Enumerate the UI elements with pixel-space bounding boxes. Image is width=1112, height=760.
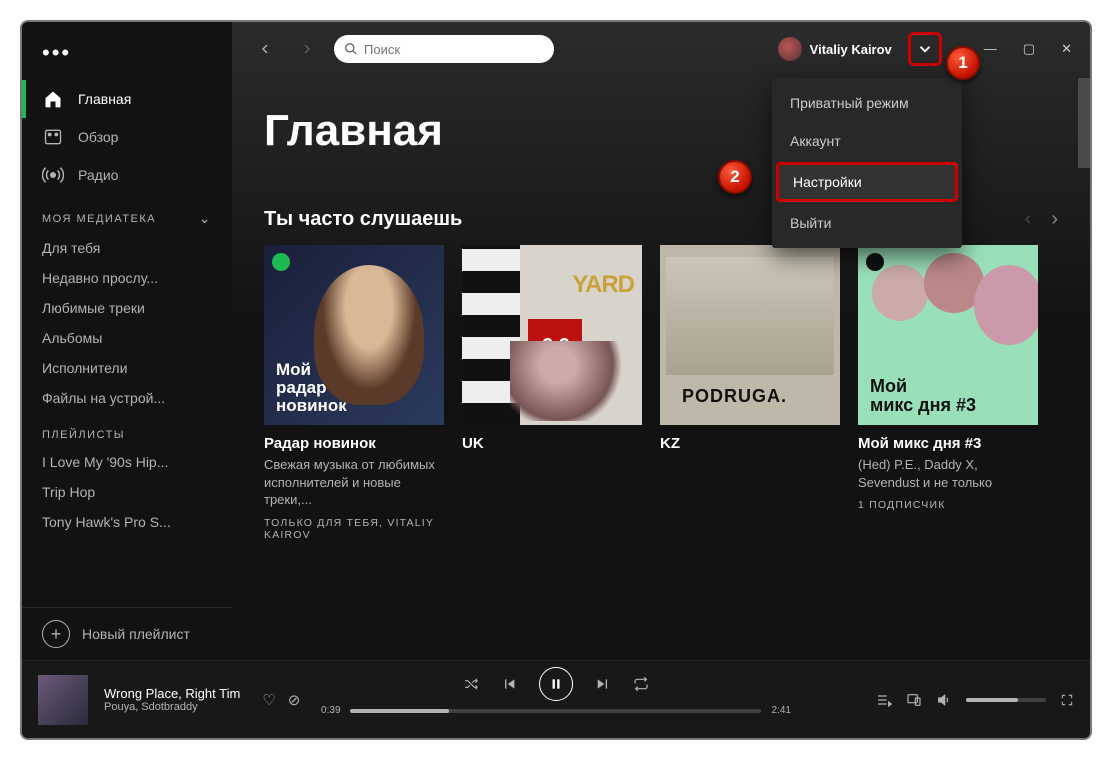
browse-icon (42, 126, 64, 148)
spotify-logo-icon (272, 253, 290, 271)
now-playing-artist[interactable]: Pouya, Sdotbraddy (104, 701, 240, 713)
forward-button[interactable] (292, 34, 322, 64)
nav-radio[interactable]: Радио (22, 156, 232, 194)
window-close[interactable]: ✕ (1061, 41, 1072, 57)
home-icon (42, 88, 64, 110)
card-title: Мой микс дня #3 (858, 435, 1038, 452)
cover-art: PODRUGA. (660, 245, 840, 425)
nav-label: Обзор (78, 129, 118, 145)
dropdown-settings[interactable]: Настройки (776, 162, 958, 202)
queue-button[interactable] (876, 692, 892, 708)
plus-icon: + (42, 620, 70, 648)
nav-label: Радио (78, 167, 118, 183)
shuffle-button[interactable] (463, 676, 479, 692)
user-name: Vitaliy Kairov (810, 42, 892, 57)
carousel-prev[interactable]: ‹ (1025, 208, 1032, 231)
avatar (778, 37, 802, 61)
cover-art: Мой микс дня #3 (858, 245, 1038, 425)
elapsed-time: 0:39 (321, 705, 340, 716)
spotify-logo-icon (866, 253, 884, 271)
repeat-button[interactable] (633, 676, 649, 692)
dropdown-private-mode[interactable]: Приватный режим (772, 84, 962, 122)
like-button[interactable]: ♡ (262, 691, 275, 709)
now-playing-title[interactable]: Wrong Place, Right Tim (104, 686, 240, 701)
playlists-header: ПЛЕЙЛИСТЫ (42, 429, 125, 441)
radio-icon (42, 164, 64, 186)
volume-icon[interactable] (936, 692, 952, 708)
search-input[interactable] (364, 42, 544, 57)
search-icon (344, 42, 358, 56)
previous-button[interactable] (501, 676, 517, 692)
card-meta: 1 ПОДПИСЧИК (858, 499, 1038, 511)
main-view: Vitaliy Kairov — ▢ ✕ Приватный режим Акк… (232, 22, 1090, 660)
card-subtitle: (Hed) P.E., Daddy X, Sevendust и не толь… (858, 456, 1038, 491)
card-title: UK (462, 435, 642, 452)
library-item[interactable]: Альбомы (22, 323, 232, 353)
pause-button[interactable] (539, 667, 573, 701)
playlist-item[interactable]: Trip Hop (22, 477, 232, 507)
card[interactable]: YARD9.9 UK (462, 245, 642, 541)
card[interactable]: Мой микс дня #3 Мой микс дня #3 (Hed) P.… (858, 245, 1038, 541)
user-chip[interactable]: Vitaliy Kairov (778, 37, 892, 61)
annotation-badge-2: 2 (718, 160, 752, 194)
app-menu-button[interactable]: ••• (22, 34, 232, 80)
volume-slider[interactable] (966, 698, 1046, 702)
search-box[interactable] (334, 35, 554, 63)
card-title: KZ (660, 435, 840, 452)
cover-art: Мой радар новинок (264, 245, 444, 425)
scrollbar-thumb[interactable] (1078, 78, 1090, 168)
fullscreen-button[interactable] (1060, 693, 1074, 707)
card[interactable]: PODRUGA. KZ (660, 245, 840, 541)
playlist-item[interactable]: Tony Hawk's Pro S... (22, 507, 232, 537)
player-bar: Wrong Place, Right Tim Pouya, Sdotbraddy… (22, 660, 1090, 738)
devices-button[interactable] (906, 692, 922, 708)
back-button[interactable] (250, 34, 280, 64)
library-item[interactable]: Любимые треки (22, 293, 232, 323)
nav-home[interactable]: Главная (22, 80, 232, 118)
nav-browse[interactable]: Обзор (22, 118, 232, 156)
card-meta: ТОЛЬКО ДЛЯ ТЕБЯ, VITALIY KAIROV (264, 517, 444, 541)
library-item[interactable]: Недавно прослу... (22, 263, 232, 293)
playlist-item[interactable]: I Love My '90s Hip... (22, 447, 232, 477)
now-playing-cover[interactable] (38, 675, 88, 725)
dropdown-account[interactable]: Аккаунт (772, 122, 962, 160)
user-menu-toggle[interactable] (908, 32, 942, 66)
library-header: МОЯ МЕДИАТЕКА (42, 213, 156, 225)
section-title: Ты часто слушаешь (264, 208, 462, 231)
window-maximize[interactable]: ▢ (1023, 41, 1035, 57)
carousel-next[interactable]: › (1051, 208, 1058, 231)
dropdown-logout[interactable]: Выйти (772, 204, 962, 242)
library-item[interactable]: Файлы на устрой... (22, 383, 232, 413)
total-time: 2:41 (771, 705, 790, 716)
library-item[interactable]: Для тебя (22, 233, 232, 263)
cover-art: YARD9.9 (462, 245, 642, 425)
annotation-badge-1: 1 (946, 46, 980, 80)
progress-bar[interactable] (351, 709, 762, 713)
next-button[interactable] (595, 676, 611, 692)
chevron-down-icon[interactable]: ⌄ (199, 210, 212, 227)
cover-text: Мой микс дня #3 (870, 377, 976, 415)
user-dropdown: Приватный режим Аккаунт Настройки Выйти (772, 78, 962, 248)
sound-icon (327, 308, 381, 362)
ban-button[interactable]: ⊘ (288, 691, 301, 709)
window-minimize[interactable]: — (984, 41, 997, 57)
new-playlist-label: Новый плейлист (82, 626, 190, 642)
library-item[interactable]: Исполнители (22, 353, 232, 383)
new-playlist-button[interactable]: + Новый плейлист (22, 607, 232, 660)
sidebar: ••• Главная Обзор Радио МОЯ МЕДИАТЕКА ⌄ … (22, 22, 232, 660)
cover-text: Мой радар новинок (276, 361, 347, 415)
nav-label: Главная (78, 91, 131, 107)
card-subtitle: Свежая музыка от любимых исполнителей и … (264, 456, 444, 509)
card[interactable]: Мой радар новинок Радар новинок Свежая м… (264, 245, 444, 541)
card-title: Радар новинок (264, 435, 444, 452)
